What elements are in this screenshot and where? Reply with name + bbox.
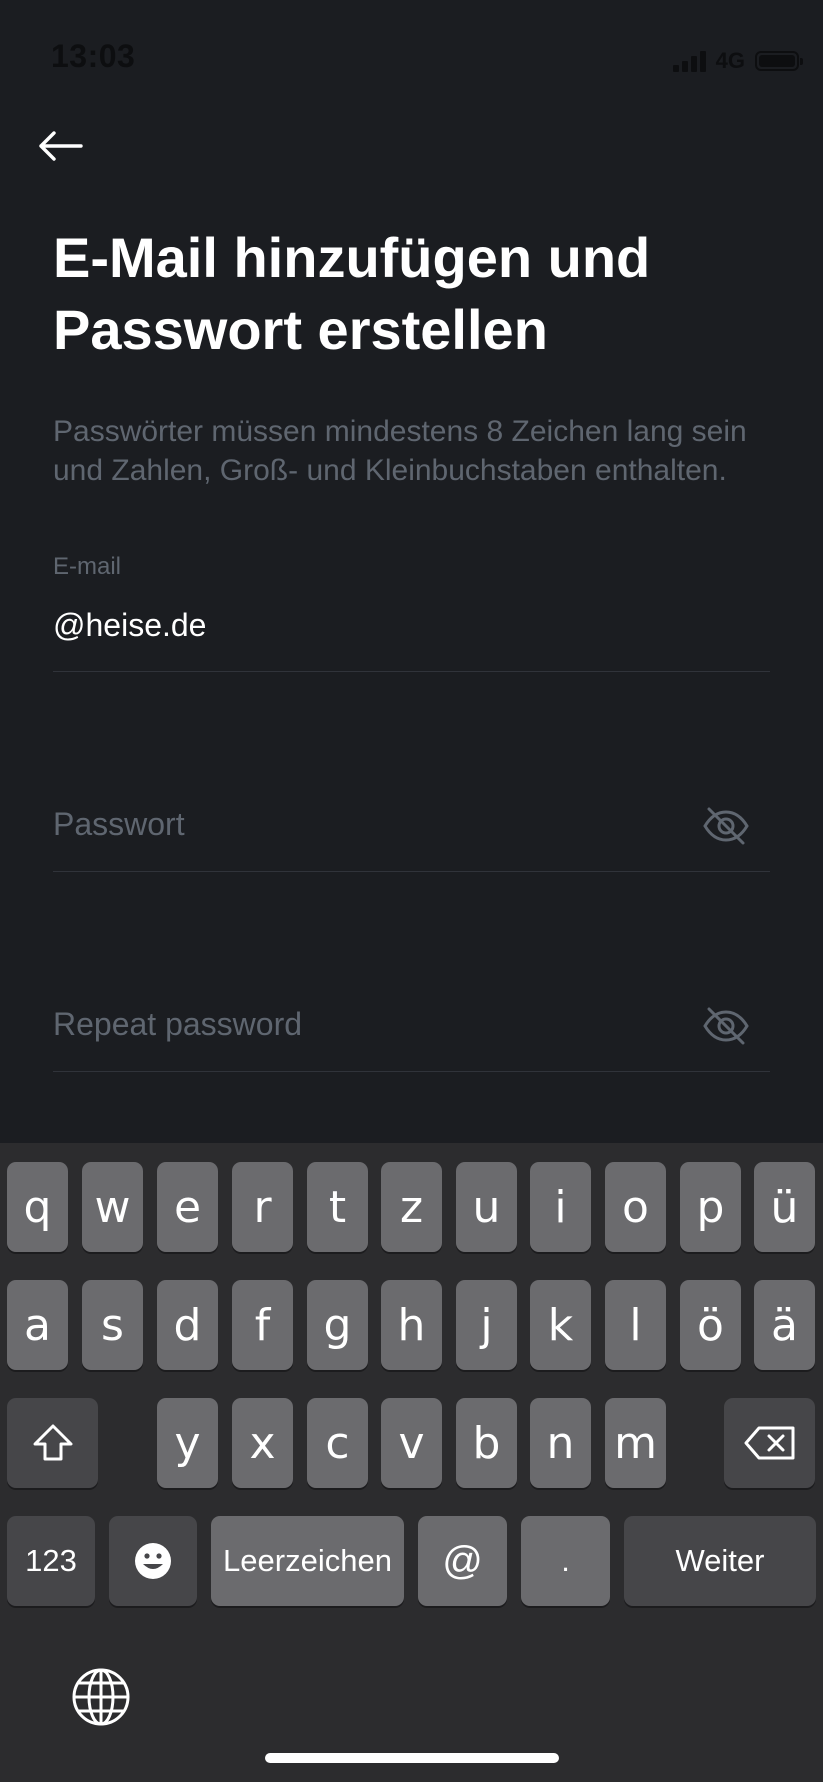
eye-off-icon <box>703 1007 749 1045</box>
key-d[interactable]: d <box>157 1280 218 1370</box>
email-label: E-mail <box>53 553 122 580</box>
key-s[interactable]: s <box>82 1280 143 1370</box>
status-indicators: 4G <box>672 46 803 76</box>
battery-icon <box>755 51 803 71</box>
key-x[interactable]: x <box>232 1398 293 1488</box>
emoji-key[interactable] <box>109 1516 197 1606</box>
key-u-umlaut[interactable]: ü <box>754 1162 815 1252</box>
key-r[interactable]: r <box>232 1162 293 1252</box>
space-key[interactable]: Leerzeichen <box>211 1516 404 1606</box>
home-indicator[interactable] <box>265 1753 559 1763</box>
key-w[interactable]: w <box>82 1162 143 1252</box>
key-o[interactable]: o <box>605 1162 666 1252</box>
key-n[interactable]: n <box>530 1398 591 1488</box>
delete-key[interactable] <box>724 1398 815 1488</box>
repeat-password-visibility-toggle[interactable] <box>700 1004 752 1048</box>
key-p[interactable]: p <box>680 1162 741 1252</box>
shift-key[interactable] <box>7 1398 98 1488</box>
email-field-underline <box>53 671 770 672</box>
language-switch-button[interactable] <box>66 1662 136 1732</box>
repeat-password-field-underline <box>53 1071 770 1072</box>
key-f[interactable]: f <box>232 1280 293 1370</box>
key-a-umlaut[interactable]: ä <box>754 1280 815 1370</box>
key-z[interactable]: z <box>381 1162 442 1252</box>
arrow-left-icon <box>39 131 83 161</box>
numbers-key[interactable]: 123 <box>7 1516 95 1606</box>
key-t[interactable]: t <box>307 1162 368 1252</box>
delete-icon <box>744 1426 794 1460</box>
shift-icon <box>33 1424 72 1461</box>
key-b[interactable]: b <box>456 1398 517 1488</box>
key-c[interactable]: c <box>307 1398 368 1488</box>
key-y[interactable]: y <box>157 1398 218 1488</box>
password-visibility-toggle[interactable] <box>700 804 752 848</box>
repeat-password-field[interactable]: Repeat password <box>53 1006 302 1043</box>
emoji-icon <box>135 1543 171 1579</box>
network-type: 4G <box>715 48 745 73</box>
key-m[interactable]: m <box>605 1398 666 1488</box>
status-bar: 13:03 4G <box>0 0 823 120</box>
return-key[interactable]: Weiter <box>624 1516 816 1606</box>
key-a[interactable]: a <box>7 1280 68 1370</box>
email-field[interactable]: @heise.de <box>53 607 206 644</box>
key-g[interactable]: g <box>307 1280 368 1370</box>
page-title-line-1: E-Mail hinzufügen und <box>53 226 651 289</box>
key-h[interactable]: h <box>381 1280 442 1370</box>
password-field-underline <box>53 871 770 872</box>
key-i[interactable]: i <box>530 1162 591 1252</box>
page-title-line-2: Passwort erstellen <box>53 298 548 361</box>
key-k[interactable]: k <box>530 1280 591 1370</box>
globe-icon <box>72 1668 130 1726</box>
key-j[interactable]: j <box>456 1280 517 1370</box>
signal-icon <box>672 50 706 72</box>
status-time: 13:03 <box>51 38 136 74</box>
key-q[interactable]: q <box>7 1162 68 1252</box>
key-o-umlaut[interactable]: ö <box>680 1280 741 1370</box>
password-field[interactable]: Passwort <box>53 806 185 843</box>
back-button[interactable] <box>34 124 86 168</box>
password-requirements-text: Passwörter müssen mindestens 8 Zeichen l… <box>53 415 747 487</box>
key-v[interactable]: v <box>381 1398 442 1488</box>
eye-off-icon <box>703 807 749 845</box>
key-l[interactable]: l <box>605 1280 666 1370</box>
page-title: E-Mail hinzufügen und Passwort erstellen <box>53 222 773 366</box>
key-e[interactable]: e <box>157 1162 218 1252</box>
key-u[interactable]: u <box>456 1162 517 1252</box>
period-key[interactable]: . <box>521 1516 610 1606</box>
at-key[interactable]: @ <box>418 1516 507 1606</box>
